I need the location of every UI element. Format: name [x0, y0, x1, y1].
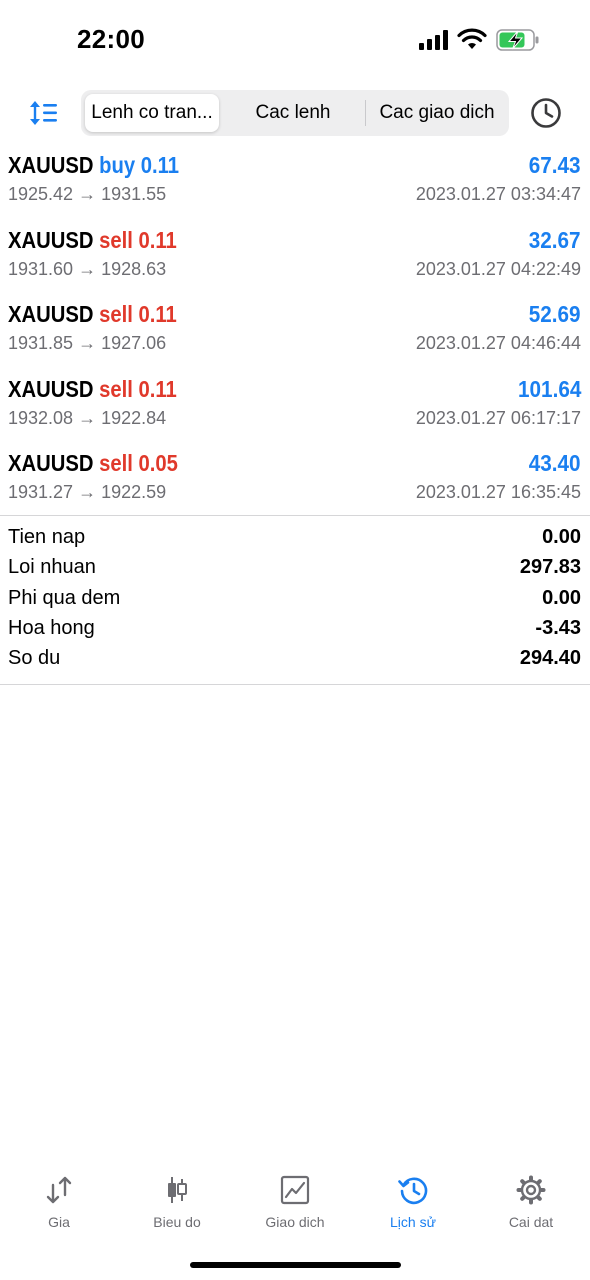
- clock-icon[interactable]: [530, 97, 562, 129]
- tab-history[interactable]: Lịch sử: [354, 1170, 472, 1240]
- sort-icon[interactable]: [28, 98, 60, 128]
- tab-chart[interactable]: Bieu do: [118, 1170, 236, 1240]
- deal-symbol: XAUUSD: [8, 152, 94, 178]
- deal-prices: 1931.60 → 1928.63: [8, 258, 167, 279]
- deal-title: XAUUSD sell 0.11: [8, 301, 177, 328]
- deal-prices: 1925.42 → 1931.55: [8, 184, 167, 204]
- deal-row[interactable]: XAUUSD sell 0.05 43.40 1931.27 → 1922.59…: [0, 445, 590, 520]
- deal-title: XAUUSD sell 0.11: [8, 376, 177, 403]
- deal-symbol: XAUUSD: [8, 375, 94, 402]
- deal-row[interactable]: XAUUSD sell 0.11 52.69 1931.85 → 1927.06…: [0, 296, 590, 371]
- deal-profit: 43.40: [529, 450, 581, 476]
- summary-value: -3.43: [535, 616, 581, 639]
- deal-time: 2023.01.27 04:46:44: [415, 333, 581, 353]
- tab-trade[interactable]: Giao dich: [236, 1170, 354, 1240]
- deal-prices: 1932.08 → 1922.84: [8, 407, 167, 428]
- candlestick-icon: [168, 1177, 187, 1203]
- summary-row-profit: Loi nhuan 297.83: [0, 554, 590, 584]
- segment-positions[interactable]: Lenh co tran...: [85, 94, 219, 132]
- tab-label: Lịch sử: [390, 1214, 436, 1230]
- trade-chart-icon: [280, 1175, 310, 1205]
- deal-side: sell: [99, 226, 133, 253]
- gear-icon: [516, 1175, 546, 1205]
- segment-deals[interactable]: Cac giao dich: [367, 90, 507, 136]
- summary-label: Tien nap: [8, 526, 86, 548]
- deals-list: XAUUSD buy 0.11 67.43 1925.42 → 1931.55 …: [0, 147, 590, 520]
- history-segmented-control: Lenh co tran... Cac lenh Cac giao dich: [81, 90, 509, 136]
- deal-symbol: XAUUSD: [8, 226, 94, 253]
- deal-title: XAUUSD sell 0.11: [8, 227, 177, 254]
- deal-side: buy: [99, 152, 136, 178]
- summary-value: 0.00: [542, 526, 581, 548]
- summary-label: So du: [8, 647, 61, 670]
- account-summary: Tien nap 0.00 Loi nhuan 297.83 Phi qua d…: [0, 524, 590, 675]
- cellular-signal-icon: [419, 30, 448, 50]
- tab-label: Gia: [48, 1214, 70, 1230]
- summary-value: 0.00: [542, 586, 581, 609]
- deal-row[interactable]: XAUUSD buy 0.11 67.43 1925.42 → 1931.55 …: [0, 147, 590, 222]
- status-time: 22:00: [77, 24, 145, 54]
- summary-value: 297.83: [519, 556, 581, 579]
- tab-settings[interactable]: Cai dat: [472, 1170, 590, 1240]
- segment-divider: [365, 100, 366, 126]
- deal-volume: 0.11: [138, 226, 177, 253]
- deal-time: 2023.01.27 06:17:17: [415, 407, 581, 428]
- deal-volume: 0.11: [138, 375, 177, 402]
- deal-profit: 52.69: [529, 301, 581, 327]
- bottom-tab-bar: Gia Bieu do Giao dich Lịch sử Cai dat: [0, 1170, 590, 1240]
- summary-label: Phi qua dem: [8, 586, 121, 609]
- deal-profit: 67.43: [529, 152, 581, 178]
- history-icon: [398, 1177, 428, 1205]
- home-indicator[interactable]: [190, 1262, 401, 1268]
- deal-title: XAUUSD buy 0.11: [8, 152, 179, 179]
- deal-time: 2023.01.27 16:35:45: [415, 482, 581, 502]
- deal-time: 2023.01.27 03:34:47: [415, 184, 581, 204]
- deal-row[interactable]: XAUUSD sell 0.11 101.64 1932.08 → 1922.8…: [0, 371, 590, 446]
- segment-orders[interactable]: Cac lenh: [221, 90, 365, 136]
- summary-value: 294.40: [519, 647, 581, 670]
- deal-profit: 32.67: [529, 226, 581, 253]
- deal-side: sell: [99, 301, 133, 327]
- summary-row-deposit: Tien nap 0.00: [0, 524, 590, 554]
- summary-bottom-divider: [0, 684, 590, 685]
- deal-profit: 101.64: [517, 375, 581, 402]
- deal-volume: 0.11: [138, 301, 177, 327]
- summary-label: Loi nhuan: [8, 556, 96, 579]
- summary-top-divider: [0, 515, 590, 516]
- deal-side: sell: [99, 450, 133, 476]
- summary-label: Hoa hong: [8, 616, 95, 639]
- tab-quotes[interactable]: Gia: [0, 1170, 118, 1240]
- deal-volume: 0.05: [138, 450, 178, 476]
- arrows-updown-icon: [46, 1176, 72, 1204]
- tab-label: Giao dich: [265, 1214, 325, 1230]
- deal-symbol: XAUUSD: [8, 450, 94, 476]
- deal-time: 2023.01.27 04:22:49: [415, 258, 581, 279]
- deal-side: sell: [99, 375, 133, 402]
- battery-charging-icon: [496, 29, 539, 51]
- summary-row-commission: Hoa hong -3.43: [0, 615, 590, 645]
- deal-prices: 1931.85 → 1927.06: [8, 333, 167, 353]
- deal-row[interactable]: XAUUSD sell 0.11 32.67 1931.60 → 1928.63…: [0, 222, 590, 297]
- status-bar: 22:00: [0, 0, 590, 80]
- deal-symbol: XAUUSD: [8, 301, 94, 327]
- deal-prices: 1931.27 → 1922.59: [8, 482, 167, 502]
- wifi-icon: [457, 28, 487, 49]
- summary-row-balance: So du 294.40: [0, 645, 590, 675]
- summary-row-swap: Phi qua dem 0.00: [0, 585, 590, 615]
- tab-label: Bieu do: [153, 1214, 201, 1230]
- deal-volume: 0.11: [140, 152, 179, 178]
- deal-title: XAUUSD sell 0.05: [8, 450, 178, 477]
- tab-label: Cai dat: [508, 1214, 554, 1230]
- toolbar: Lenh co tran... Cac lenh Cac giao dich: [0, 90, 590, 136]
